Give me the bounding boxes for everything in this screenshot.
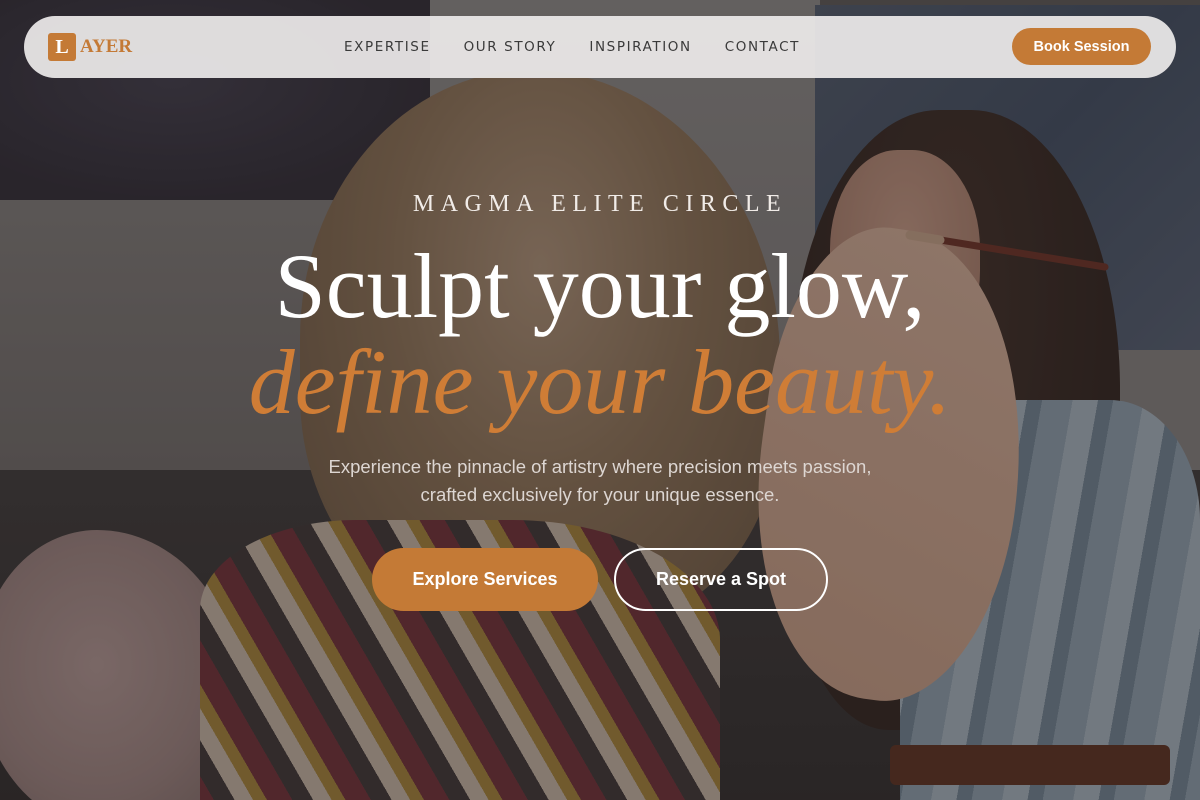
logo-text: AYER (80, 36, 133, 57)
nav-link-contact[interactable]: CONTACT (725, 39, 800, 55)
nav-link-expertise[interactable]: EXPERTISE (344, 39, 431, 55)
hero-headline: Sculpt your glow, (274, 235, 926, 337)
nav-link-our-story[interactable]: OUR STORY (464, 39, 557, 55)
nav-links: EXPERTISE OUR STORY INSPIRATION CONTACT (344, 16, 800, 78)
reserve-spot-button[interactable]: Reserve a Spot (614, 548, 828, 611)
book-session-button[interactable]: Book Session (1012, 28, 1151, 65)
explore-services-button[interactable]: Explore Services (372, 548, 598, 611)
hero-eyebrow: MAGMA ELITE CIRCLE (412, 191, 788, 217)
nav-link-inspiration[interactable]: INSPIRATION (589, 39, 691, 55)
hero-subtext-line-1: Experience the pinnacle of artistry wher… (328, 456, 872, 477)
logo-mark: L (48, 33, 76, 61)
hero-headline-accent: define your beauty. (248, 331, 952, 433)
hero-subtext: Experience the pinnacle of artistry wher… (250, 453, 950, 509)
navbar: L AYER EXPERTISE OUR STORY INSPIRATION C… (24, 16, 1176, 78)
hero-subtext-line-2: crafted exclusively for your unique esse… (420, 484, 780, 505)
logo[interactable]: L AYER (48, 33, 308, 61)
